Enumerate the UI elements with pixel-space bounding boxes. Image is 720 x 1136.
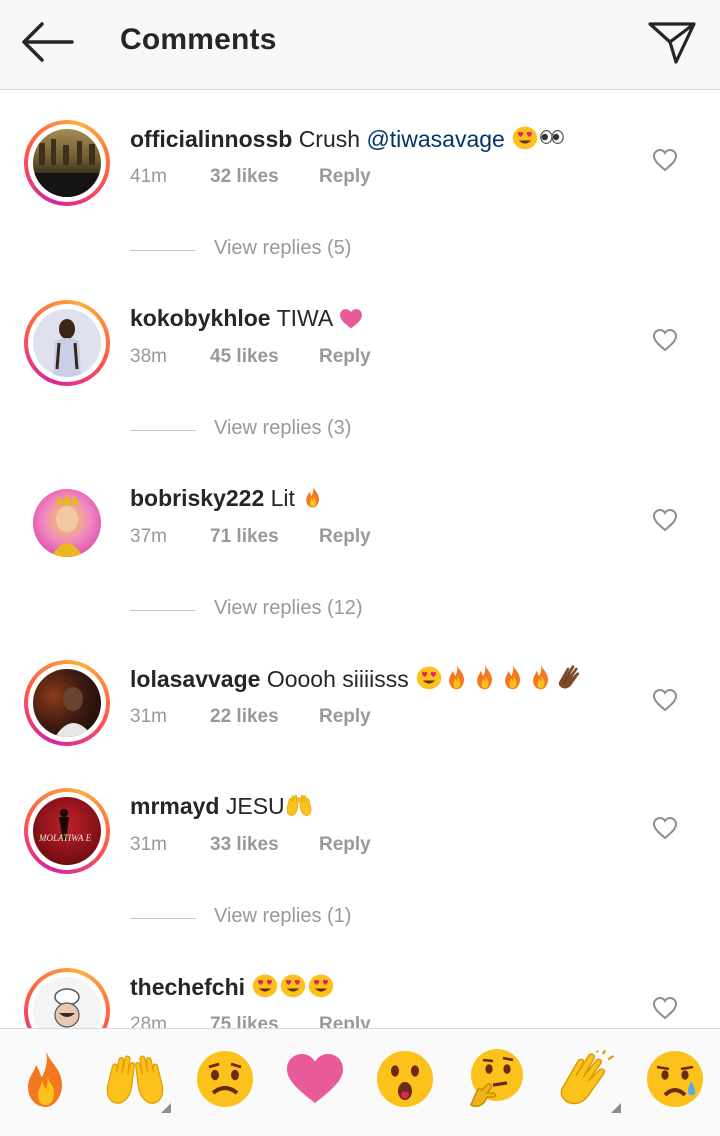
fire-emoji-button[interactable] [14, 1047, 78, 1111]
header-bar: Comments [0, 0, 720, 90]
comment-username[interactable]: mrmayd [130, 793, 219, 819]
comment-meta: 31m 22 likes Reply [130, 706, 371, 728]
fire-emoji [471, 663, 499, 691]
likes-count[interactable]: 22 likes [210, 706, 319, 728]
comment-body: Crush [298, 126, 361, 152]
variant-indicator [161, 1103, 171, 1113]
avatar[interactable] [24, 480, 110, 566]
view-replies-label[interactable]: View replies (5) [214, 237, 351, 260]
variant-indicator [611, 1103, 621, 1113]
comment-time: 38m [130, 346, 167, 367]
like-heart-icon[interactable] [652, 996, 678, 1020]
quick-emoji-bar [0, 1028, 720, 1136]
comment-meta: 37m 71 likes Reply [130, 526, 371, 548]
heart-eyes-emoji [251, 971, 279, 999]
divider-line [130, 430, 196, 431]
comment-body: JESU [225, 793, 285, 819]
avatar[interactable] [24, 968, 110, 1028]
comment-username[interactable]: kokobykhloe [130, 305, 271, 331]
avatar[interactable]: MOLATIWA E [24, 788, 110, 874]
comment-time: 28m [130, 1014, 167, 1028]
likes-count[interactable]: 32 likes [210, 166, 319, 188]
clapping-hands-emoji [555, 663, 585, 691]
confused-face-emoji-button[interactable] [193, 1047, 257, 1111]
send-icon[interactable] [646, 16, 698, 68]
avatar[interactable] [24, 660, 110, 746]
comment-meta: 28m 75 likes Reply [130, 1014, 371, 1028]
comment-text: thechefchi [130, 971, 335, 1002]
back-arrow-icon[interactable] [18, 20, 76, 64]
view-replies-label[interactable]: View replies (12) [214, 597, 363, 620]
comment-time: 31m [130, 834, 167, 855]
likes-count[interactable]: 33 likes [210, 834, 319, 856]
fire-emoji [443, 663, 471, 691]
page-title: Comments [120, 23, 277, 56]
comment-body: Ooooh siiiisss [266, 666, 409, 692]
divider-line [130, 250, 196, 251]
like-heart-icon[interactable] [652, 688, 678, 712]
pink-heart-emoji [338, 308, 364, 330]
comment-username[interactable]: bobrisky222 [130, 485, 264, 511]
comment-time: 31m [130, 706, 167, 727]
likes-count[interactable]: 71 likes [210, 526, 319, 548]
comment-username[interactable]: thechefchi [130, 974, 245, 1000]
comment-body: TIWA [276, 305, 332, 331]
comment-time: 37m [130, 526, 167, 547]
fire-emoji [527, 663, 555, 691]
view-replies-label[interactable]: View replies (1) [214, 905, 351, 928]
view-replies[interactable]: View replies (12) [130, 597, 530, 625]
clapping-hands-emoji-button[interactable] [553, 1047, 617, 1111]
divider-line [130, 918, 196, 919]
divider-line [130, 610, 196, 611]
comment-username[interactable]: officialinnossb [130, 126, 292, 152]
thinking-face-emoji-button[interactable] [463, 1047, 527, 1111]
comment-meta: 31m 33 likes Reply [130, 834, 371, 856]
reply-button[interactable]: Reply [319, 526, 371, 548]
comment-text: officialinnossb Crush @tiwasavage [130, 123, 565, 154]
view-replies[interactable]: View replies (1) [130, 905, 530, 933]
like-heart-icon[interactable] [652, 816, 678, 840]
view-replies-label[interactable]: View replies (3) [214, 417, 351, 440]
reply-button[interactable]: Reply [319, 834, 371, 856]
heart-emoji-button[interactable] [283, 1047, 347, 1111]
comments-list[interactable]: officialinnossb Crush @tiwasavage 41m 32 … [0, 90, 720, 1028]
avatar[interactable] [24, 120, 110, 206]
reply-button[interactable]: Reply [319, 706, 371, 728]
avatar[interactable] [24, 300, 110, 386]
mention-link[interactable]: @tiwasavage [366, 126, 504, 152]
view-replies[interactable]: View replies (5) [130, 237, 530, 265]
like-heart-icon[interactable] [652, 328, 678, 352]
surprised-face-emoji-button[interactable] [373, 1047, 437, 1111]
comment-text: lolasavvage Ooooh siiiisss [130, 663, 585, 694]
avatar-caption: MOLATIWA E [38, 833, 92, 843]
comment-text: kokobykhloe TIWA [130, 303, 364, 333]
fire-emoji [499, 663, 527, 691]
reply-button[interactable]: Reply [319, 1014, 371, 1028]
comment-text: mrmayd JESU [130, 791, 313, 821]
comment-meta: 41m 32 likes Reply [130, 166, 371, 188]
like-heart-icon[interactable] [652, 508, 678, 532]
sad-face-emoji-button[interactable] [643, 1047, 707, 1111]
heart-eyes-emoji [279, 971, 307, 999]
raised-hands-emoji-button[interactable] [103, 1047, 167, 1111]
comment-body: Lit [270, 485, 295, 511]
comment-meta: 38m 45 likes Reply [130, 346, 371, 368]
heart-eyes-emoji [511, 123, 539, 151]
comment-time: 41m [130, 166, 167, 187]
reply-button[interactable]: Reply [319, 166, 371, 188]
comment-text: bobrisky222 Lit [130, 483, 325, 513]
heart-eyes-emoji [415, 663, 443, 691]
fire-emoji [301, 484, 325, 510]
view-replies[interactable]: View replies (3) [130, 417, 530, 445]
comment-username[interactable]: lolasavvage [130, 666, 260, 692]
raised-hands-emoji [285, 792, 313, 818]
likes-count[interactable]: 45 likes [210, 346, 319, 368]
reply-button[interactable]: Reply [319, 346, 371, 368]
heart-eyes-emoji [307, 971, 335, 999]
eyes-emoji [539, 129, 565, 145]
likes-count[interactable]: 75 likes [210, 1014, 319, 1028]
like-heart-icon[interactable] [652, 148, 678, 172]
